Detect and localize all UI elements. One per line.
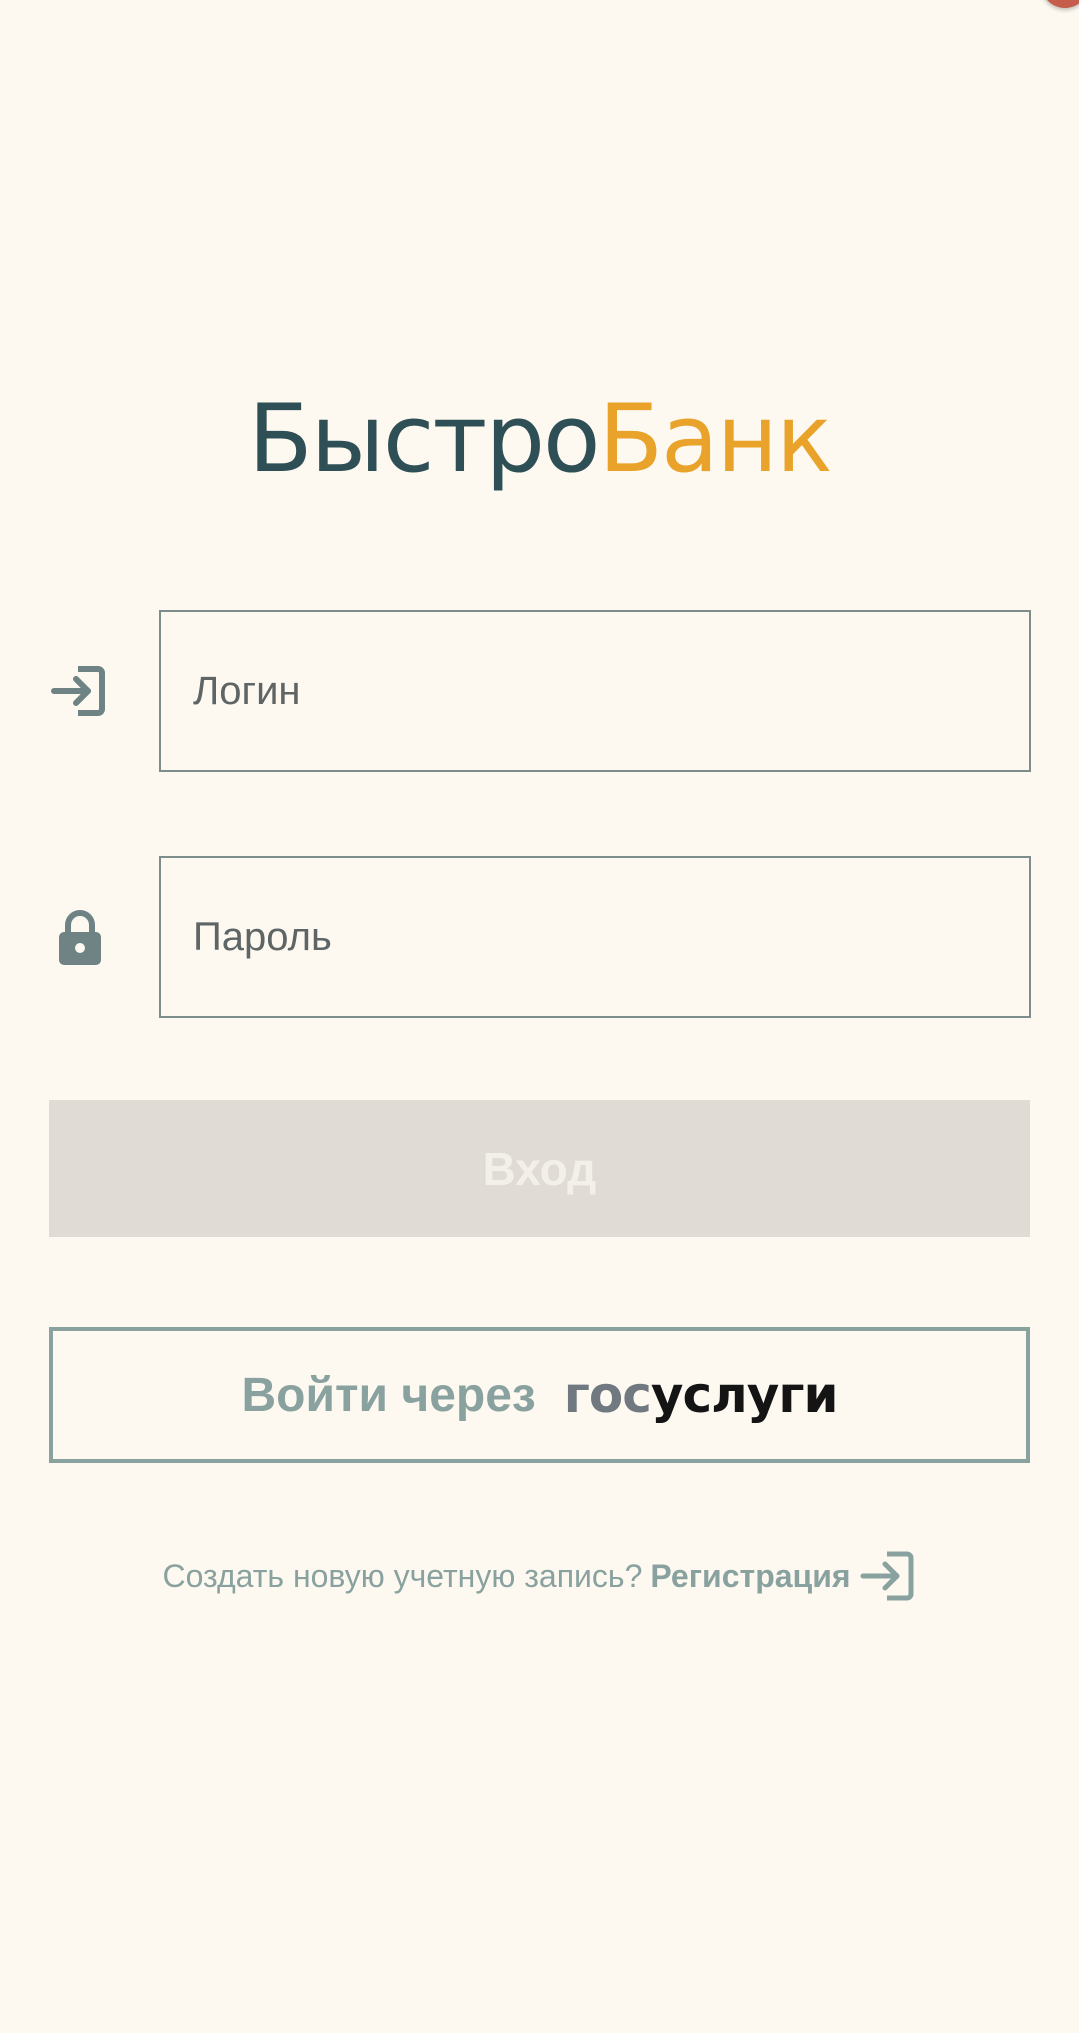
- login-button[interactable]: Вход: [49, 1100, 1030, 1237]
- register-question: Создать новую учетную запись?: [162, 1557, 643, 1594]
- login-arrow-icon: [48, 659, 112, 723]
- gosuslugi-logo-part2: услуги: [650, 1366, 839, 1424]
- password-row: [0, 856, 1079, 1018]
- login-field: [159, 610, 1031, 772]
- register-link[interactable]: Регистрация: [650, 1558, 850, 1595]
- gosuslugi-button-label: Войти через: [241, 1368, 536, 1422]
- login-row: [0, 610, 1079, 772]
- gosuslugi-login-button[interactable]: Войти через госуслуги: [49, 1327, 1030, 1463]
- login-screen: БыстроБанк Вход Войти через госу: [0, 0, 1079, 2033]
- gosuslugi-logo-part1: гос: [563, 1366, 652, 1424]
- brand-logo-part1: Быстро: [248, 385, 600, 494]
- brand-logo: БыстроБанк: [0, 385, 1079, 495]
- password-field: [159, 856, 1031, 1018]
- lock-icon: [48, 905, 112, 969]
- gosuslugi-logo: госуслуги: [563, 1366, 839, 1424]
- login-input[interactable]: [161, 612, 1029, 770]
- register-arrow-icon[interactable]: [859, 1548, 917, 1604]
- password-input[interactable]: [161, 858, 1029, 1016]
- brand-logo-part2: Банк: [598, 385, 833, 494]
- register-prompt: Создать новую учетную запись? Регистраци…: [0, 1548, 1079, 1604]
- corner-accent: [1041, 0, 1079, 8]
